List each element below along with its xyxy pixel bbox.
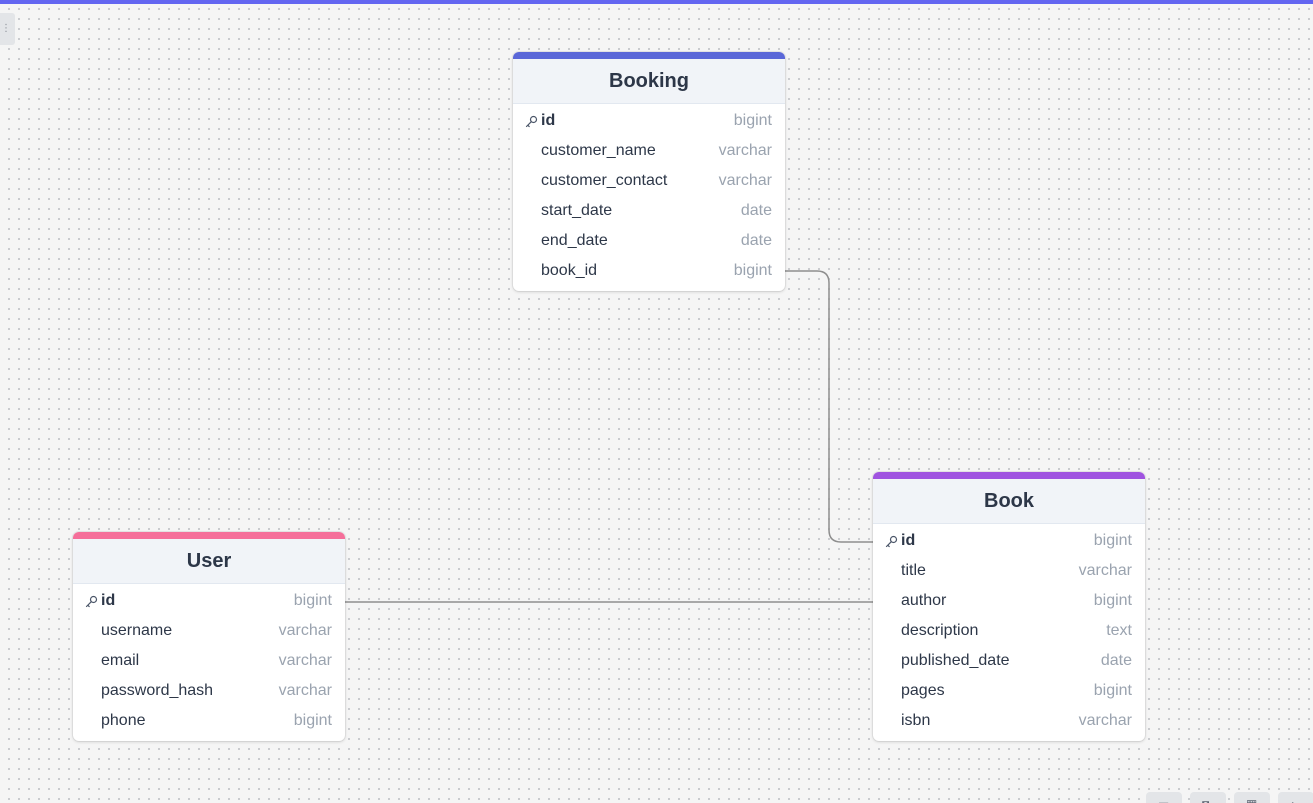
field-row-customer-contact[interactable]: customer_contact varchar <box>513 166 785 196</box>
field-type: bigint <box>1093 592 1132 609</box>
field-name: published_date <box>901 652 1010 669</box>
edge-booking-book[interactable] <box>785 270 873 543</box>
field-name: username <box>101 622 173 639</box>
field-row-description[interactable]: description text <box>873 616 1145 646</box>
field-type: date <box>1100 652 1132 669</box>
table-header[interactable]: Booking <box>513 59 785 104</box>
field-name: id <box>541 112 556 129</box>
grip-icon: ⋮ <box>1 23 11 34</box>
field-name: pages <box>901 682 945 699</box>
field-type: varchar <box>718 172 772 189</box>
field-type: varchar <box>278 622 332 639</box>
field-row-title[interactable]: title varchar <box>873 556 1145 586</box>
field-row-author[interactable]: author bigint <box>873 586 1145 616</box>
field-name: id <box>101 592 116 609</box>
field-name: isbn <box>901 712 931 729</box>
field-name: id <box>901 532 916 549</box>
field-row-password-hash[interactable]: password_hash varchar <box>73 676 345 706</box>
table-header[interactable]: Book <box>873 479 1145 524</box>
field-row-published-date[interactable]: published_date date <box>873 646 1145 676</box>
table-user[interactable]: User id bigint username varchar email varchar… <box>73 532 345 741</box>
lock-icon: ◘ <box>1202 797 1209 803</box>
table-fields: id bigint customer_name varchar customer_con… <box>513 104 785 291</box>
field-row-email[interactable]: email varchar <box>73 646 345 676</box>
field-row-pages[interactable]: pages bigint <box>873 676 1145 706</box>
key-icon <box>525 115 538 128</box>
fit-view-icon: ▭ <box>1158 797 1169 803</box>
field-row-end-date[interactable]: end_date date <box>513 226 785 256</box>
field-name: start_date <box>541 202 613 219</box>
field-name: title <box>901 562 926 579</box>
canvas-controls: ▭ ◘ ▦ ‹ <box>1146 792 1313 803</box>
field-type: bigint <box>1093 682 1132 699</box>
field-name: email <box>101 652 140 669</box>
field-type: varchar <box>278 652 332 669</box>
layout-icon: ▦ <box>1246 797 1257 803</box>
table-book[interactable]: Book id bigint title varchar author bigint des… <box>873 472 1145 741</box>
field-type: date <box>740 232 772 249</box>
field-row-book-id[interactable]: book_id bigint <box>513 256 785 286</box>
table-booking[interactable]: Booking id bigint customer_name varchar cust… <box>513 52 785 291</box>
field-name: phone <box>101 712 146 729</box>
field-type: date <box>740 202 772 219</box>
field-type: bigint <box>293 592 332 609</box>
field-name: customer_contact <box>541 172 668 189</box>
table-fields: id bigint title varchar author bigint descript… <box>873 524 1145 741</box>
field-name: description <box>901 622 979 639</box>
field-type: varchar <box>278 682 332 699</box>
fit-view-button[interactable]: ▭ <box>1146 792 1182 803</box>
field-row-customer-name[interactable]: customer_name varchar <box>513 136 785 166</box>
field-name: end_date <box>541 232 608 249</box>
field-name: customer_name <box>541 142 656 159</box>
lock-button[interactable]: ◘ <box>1190 792 1226 803</box>
field-row-isbn[interactable]: isbn varchar <box>873 706 1145 736</box>
field-row-id[interactable]: id bigint <box>513 106 785 136</box>
field-type: bigint <box>733 262 772 279</box>
field-row-id[interactable]: id bigint <box>73 586 345 616</box>
sidebar-toggle[interactable]: ⋮ <box>0 13 15 45</box>
top-accent-bar <box>0 0 1313 4</box>
key-icon <box>885 535 898 548</box>
field-type: bigint <box>293 712 332 729</box>
field-row-phone[interactable]: phone bigint <box>73 706 345 736</box>
collapse-button[interactable]: ‹ <box>1278 792 1313 803</box>
field-type: varchar <box>1078 712 1132 729</box>
key-icon <box>85 595 98 608</box>
field-type: bigint <box>733 112 772 129</box>
table-fields: id bigint username varchar email varchar passw… <box>73 584 345 741</box>
field-row-username[interactable]: username varchar <box>73 616 345 646</box>
field-type: varchar <box>718 142 772 159</box>
field-name: book_id <box>541 262 598 279</box>
table-accent-bar <box>73 532 345 539</box>
field-row-start-date[interactable]: start_date date <box>513 196 785 226</box>
field-row-id[interactable]: id bigint <box>873 526 1145 556</box>
field-type: bigint <box>1093 532 1132 549</box>
table-header[interactable]: User <box>73 539 345 584</box>
table-accent-bar <box>513 52 785 59</box>
field-type: text <box>1106 622 1132 639</box>
table-accent-bar <box>873 472 1145 479</box>
layout-button[interactable]: ▦ <box>1234 792 1270 803</box>
field-type: varchar <box>1078 562 1132 579</box>
field-name: password_hash <box>101 682 214 699</box>
collapse-icon: ‹ <box>1290 797 1294 803</box>
field-name: author <box>901 592 947 609</box>
